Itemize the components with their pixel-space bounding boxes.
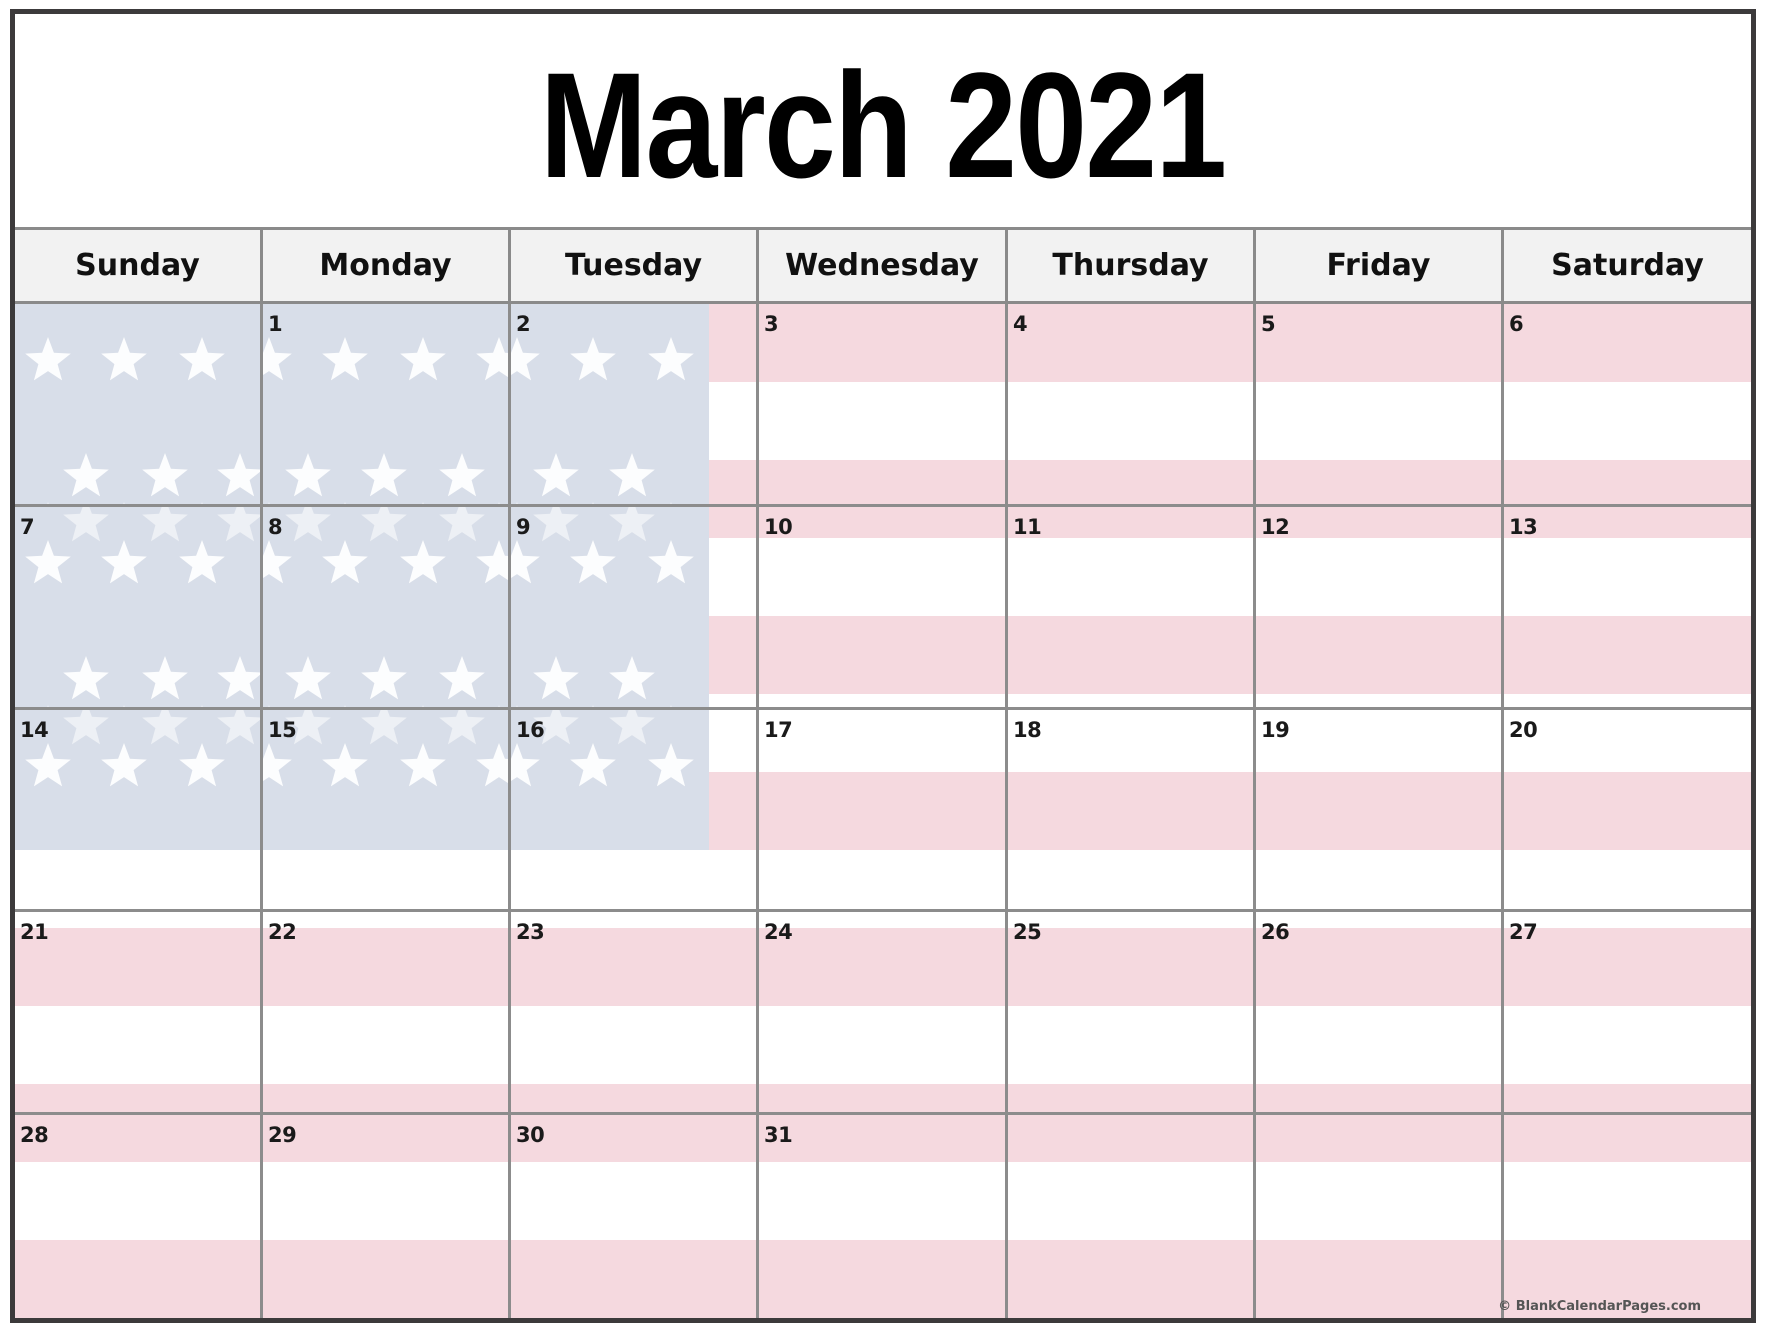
day-cell-18[interactable]: 18 xyxy=(1008,710,1256,912)
day-cell-25[interactable]: 25 xyxy=(1008,912,1256,1115)
title-area: March 2021 xyxy=(15,14,1751,230)
day-cell-22[interactable]: 22 xyxy=(263,912,511,1115)
weekday-header-saturday: Saturday xyxy=(1504,230,1751,301)
day-number: 4 xyxy=(1013,312,1028,336)
day-number: 10 xyxy=(764,515,793,539)
day-number: 19 xyxy=(1261,718,1290,742)
weekday-header-tuesday: Tuesday xyxy=(511,230,759,301)
empty-day-cell[interactable] xyxy=(1256,1115,1504,1318)
weekday-header-row: Sunday Monday Tuesday Wednesday Thursday Frid… xyxy=(15,230,1751,304)
day-cell-7[interactable]: 7 xyxy=(15,507,263,710)
day-number: 20 xyxy=(1509,718,1538,742)
day-cell-20[interactable]: 20 xyxy=(1504,710,1751,912)
copyright-text: © BlankCalendarPages.com xyxy=(1498,1299,1701,1314)
day-number: 29 xyxy=(268,1123,297,1147)
day-number: 15 xyxy=(268,718,297,742)
day-cell-29[interactable]: 29 xyxy=(263,1115,511,1318)
calendar-frame: March 2021 Sunday Monday Tuesday Wednesday T… xyxy=(10,9,1756,1323)
day-number: 13 xyxy=(1509,515,1538,539)
day-number: 27 xyxy=(1509,920,1538,944)
day-number: 23 xyxy=(516,920,545,944)
day-number: 22 xyxy=(268,920,297,944)
calendar-title: March 2021 xyxy=(540,40,1227,209)
day-cell-30[interactable]: 30 xyxy=(511,1115,759,1318)
calendar-grid: 1 2 3 4 5 6 7 8 9 10 11 12 13 14 15 16 17 18 19 20 21 22 23 24 2… xyxy=(15,304,1751,1318)
day-cell-3[interactable]: 3 xyxy=(759,304,1008,507)
empty-day-cell[interactable] xyxy=(15,304,263,507)
day-cell-28[interactable]: 28 xyxy=(15,1115,263,1318)
day-number: 8 xyxy=(268,515,283,539)
day-cell-31[interactable]: 31 xyxy=(759,1115,1008,1318)
empty-day-cell[interactable] xyxy=(1008,1115,1256,1318)
day-cell-21[interactable]: 21 xyxy=(15,912,263,1115)
weekday-header-friday: Friday xyxy=(1256,230,1504,301)
day-cell-2[interactable]: 2 xyxy=(511,304,759,507)
weekday-header-wednesday: Wednesday xyxy=(759,230,1008,301)
day-number: 25 xyxy=(1013,920,1042,944)
weekday-header-thursday: Thursday xyxy=(1008,230,1256,301)
day-number: 21 xyxy=(20,920,49,944)
day-number: 18 xyxy=(1013,718,1042,742)
day-number: 24 xyxy=(764,920,793,944)
weekday-header-sunday: Sunday xyxy=(15,230,263,301)
day-number: 17 xyxy=(764,718,793,742)
day-cell-19[interactable]: 19 xyxy=(1256,710,1504,912)
day-number: 31 xyxy=(764,1123,793,1147)
day-cell-23[interactable]: 23 xyxy=(511,912,759,1115)
day-cell-13[interactable]: 13 xyxy=(1504,507,1751,710)
day-cell-12[interactable]: 12 xyxy=(1256,507,1504,710)
day-cell-11[interactable]: 11 xyxy=(1008,507,1256,710)
day-cell-14[interactable]: 14 xyxy=(15,710,263,912)
day-number: 1 xyxy=(268,312,283,336)
day-cell-1[interactable]: 1 xyxy=(263,304,511,507)
day-cell-8[interactable]: 8 xyxy=(263,507,511,710)
day-number: 3 xyxy=(764,312,779,336)
day-cell-27[interactable]: 27 xyxy=(1504,912,1751,1115)
day-number: 16 xyxy=(516,718,545,742)
day-number: 14 xyxy=(20,718,49,742)
day-cell-26[interactable]: 26 xyxy=(1256,912,1504,1115)
day-number: 5 xyxy=(1261,312,1276,336)
day-cells: 1 2 3 4 5 6 7 8 9 10 11 12 13 14 15 16 17 18 19 20 21 22 23 24 2… xyxy=(15,304,1751,1318)
day-number: 9 xyxy=(516,515,531,539)
day-cell-10[interactable]: 10 xyxy=(759,507,1008,710)
day-cell-4[interactable]: 4 xyxy=(1008,304,1256,507)
empty-day-cell[interactable] xyxy=(1504,1115,1751,1318)
day-cell-24[interactable]: 24 xyxy=(759,912,1008,1115)
day-cell-6[interactable]: 6 xyxy=(1504,304,1751,507)
day-number: 2 xyxy=(516,312,531,336)
day-cell-5[interactable]: 5 xyxy=(1256,304,1504,507)
day-cell-15[interactable]: 15 xyxy=(263,710,511,912)
day-cell-9[interactable]: 9 xyxy=(511,507,759,710)
weekday-header-monday: Monday xyxy=(263,230,511,301)
day-cell-16[interactable]: 16 xyxy=(511,710,759,912)
day-number: 11 xyxy=(1013,515,1042,539)
day-number: 28 xyxy=(20,1123,49,1147)
day-cell-17[interactable]: 17 xyxy=(759,710,1008,912)
day-number: 6 xyxy=(1509,312,1524,336)
day-number: 12 xyxy=(1261,515,1290,539)
day-number: 7 xyxy=(20,515,35,539)
day-number: 30 xyxy=(516,1123,545,1147)
day-number: 26 xyxy=(1261,920,1290,944)
